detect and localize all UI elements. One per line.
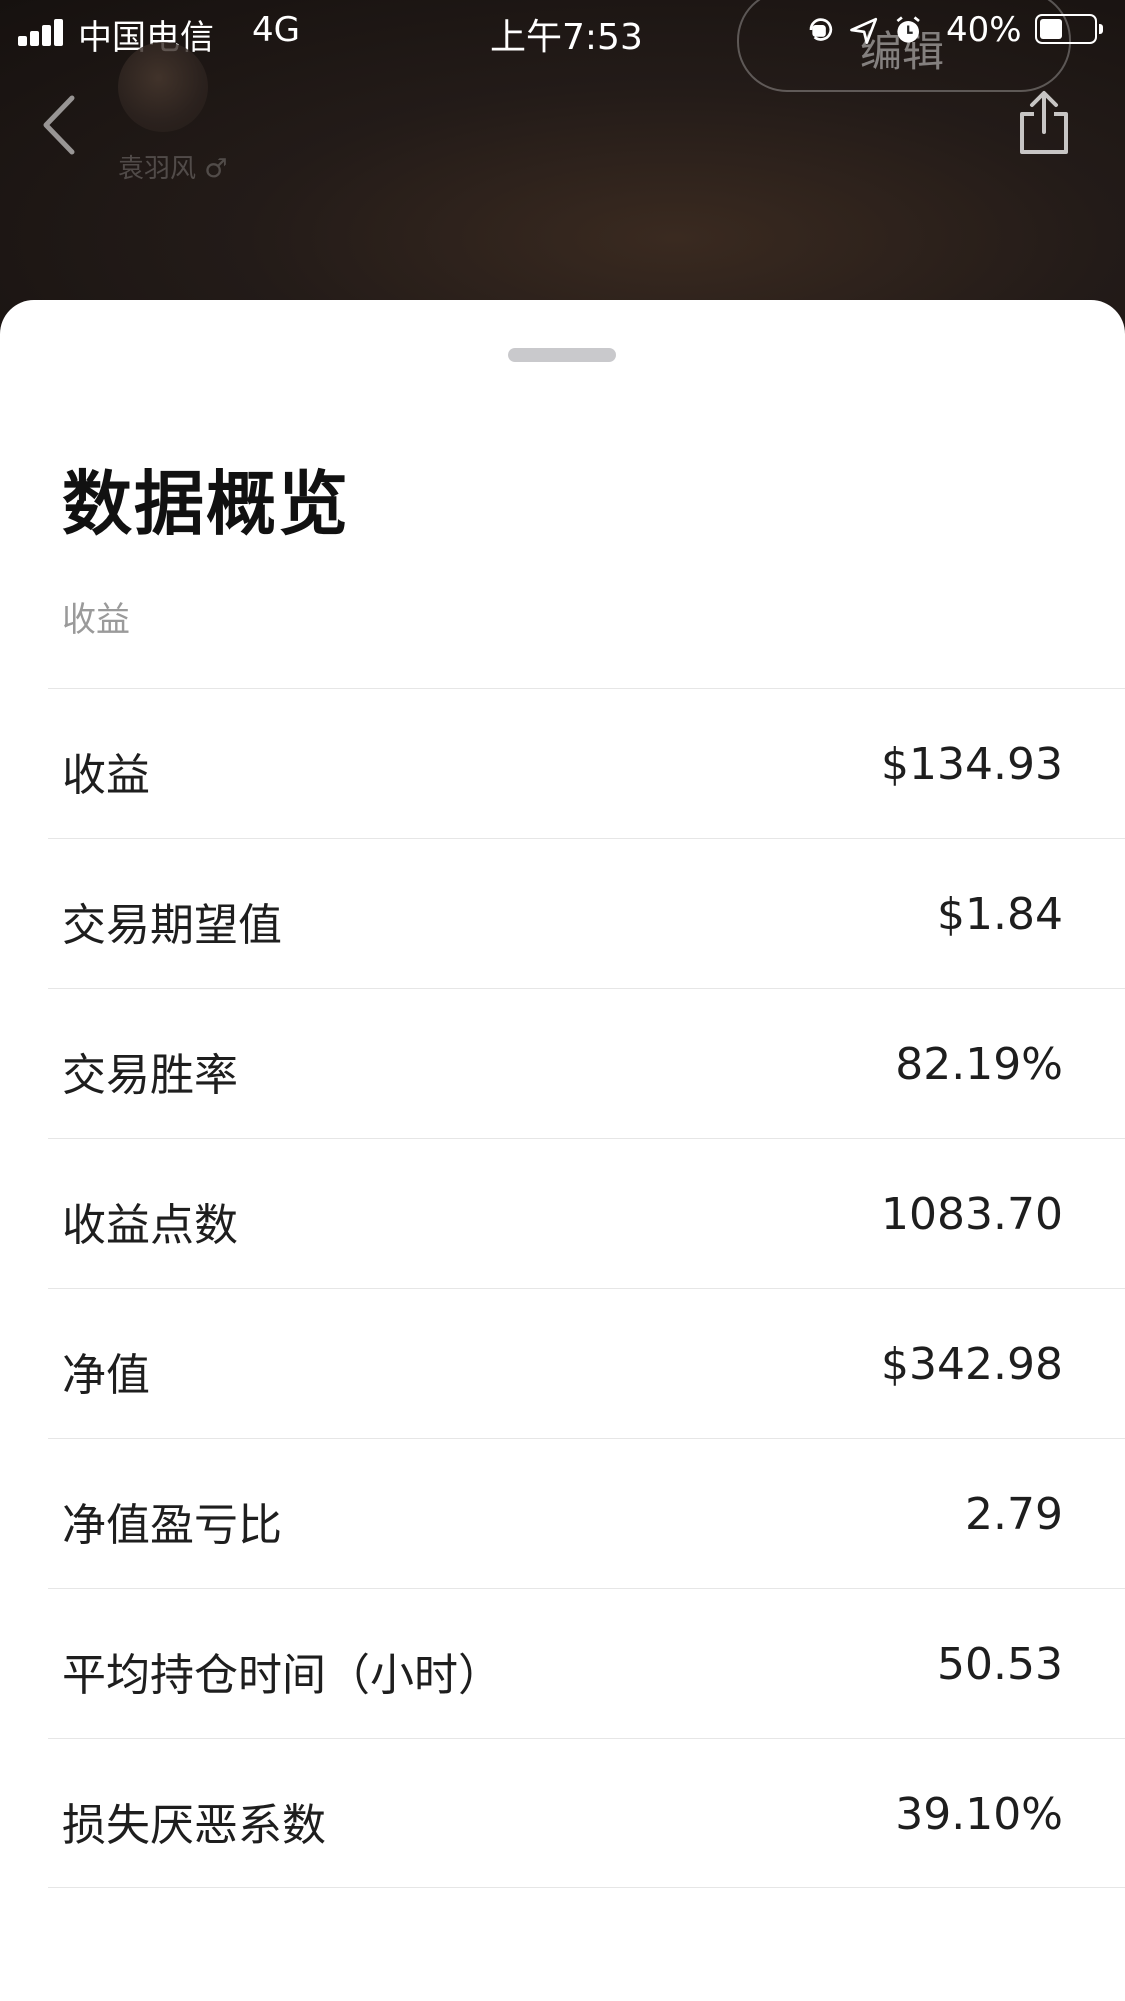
location-icon [850,17,878,44]
avatar[interactable] [118,42,208,132]
battery-percent: 40% [946,10,1022,50]
row-label: 损失厌恶系数 [62,1800,326,1851]
share-icon[interactable] [1016,88,1072,158]
row-value: $134.93 [881,739,1063,790]
row-value: 50.53 [937,1639,1063,1690]
row-value: 1083.70 [881,1189,1063,1240]
row-label: 交易期望值 [62,900,282,951]
user-name: 袁羽风 ♂ [118,154,228,184]
row-value: 39.10% [895,1789,1063,1840]
row-label: 净值盈亏比 [62,1500,282,1551]
stats-list: 收益 $134.93 交易期望值 $1.84 交易胜率 82.19% 收益点数 … [48,688,1125,1888]
row-label: 收益点数 [62,1200,238,1251]
row-value: $342.98 [881,1339,1063,1390]
stats-row: 净值盈亏比 2.79 [48,1438,1125,1588]
row-value: 82.19% [895,1039,1063,1090]
sheet-title: 数据概览 [62,463,350,545]
row-label: 净值 [62,1350,150,1401]
row-value: $1.84 [937,889,1063,940]
stats-row: 损失厌恶系数 39.10% [48,1738,1125,1888]
sheet-drag-handle[interactable] [508,348,616,362]
data-overview-sheet: 数据概览 收益 收益 $134.93 交易期望值 $1.84 交易胜率 82.1… [0,300,1125,2001]
clock: 上午7:53 [490,17,643,58]
stats-row: 交易期望值 $1.84 [48,838,1125,988]
back-chevron-icon[interactable] [36,90,86,160]
stats-row: 净值 $342.98 [48,1288,1125,1438]
rotation-lock-icon [809,18,833,41]
status-icons [809,16,920,44]
stats-row: 平均持仓时间（小时） 50.53 [48,1588,1125,1738]
stats-row: 收益点数 1083.70 [48,1138,1125,1288]
signal-icon [18,18,68,46]
row-label: 交易胜率 [62,1050,238,1101]
row-value: 2.79 [965,1489,1063,1540]
row-label: 平均持仓时间（小时） [62,1650,502,1701]
row-label: 收益 [62,750,150,801]
network-label: 4G [252,10,300,50]
battery-icon [1035,14,1103,44]
stats-row: 收益 $134.93 [48,688,1125,838]
alarm-icon [896,16,920,43]
stats-row: 交易胜率 82.19% [48,988,1125,1138]
section-label: 收益 [62,600,130,640]
